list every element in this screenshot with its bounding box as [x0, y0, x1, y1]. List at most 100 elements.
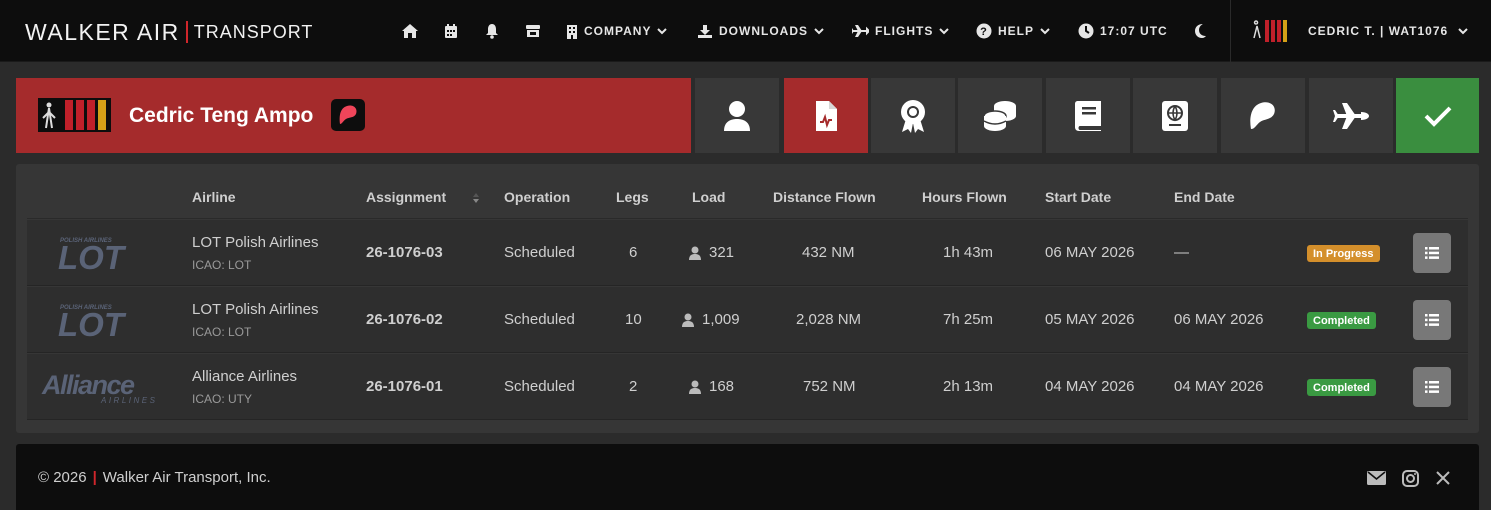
tab-awards[interactable]: [871, 78, 955, 153]
help-menu[interactable]: ? HELP: [976, 21, 1050, 41]
alliance-logo-sub-text: AIRLINES: [100, 396, 157, 405]
award-icon: [901, 99, 925, 133]
distance-flown: 2,028 NM: [796, 311, 862, 328]
alliance-airline-logo: Alliance AIRLINES: [41, 370, 157, 405]
downloads-menu[interactable]: DOWNLOADS: [697, 21, 824, 41]
airline-badge-icon: [331, 99, 365, 131]
company-menu-label: COMPANY: [584, 24, 652, 38]
tab-profile[interactable]: [695, 78, 779, 153]
header-airline: Airline: [192, 189, 236, 205]
downloads-menu-label: DOWNLOADS: [719, 24, 808, 38]
plane-icon: [852, 25, 869, 37]
end-date: 06 MAY 2026: [1174, 311, 1264, 328]
x-twitter-icon[interactable]: [1433, 468, 1453, 488]
rank-insignia-icon: [1250, 20, 1288, 42]
svg-text:?: ?: [980, 26, 988, 38]
brand-main-text: WALKER AIR: [25, 18, 180, 45]
table-header: Airline Assignment Operation Legs Load D…: [27, 164, 1468, 219]
list-icon: [1425, 247, 1439, 259]
tab-finances[interactable]: [958, 78, 1042, 153]
header-hours: Hours Flown: [922, 189, 1007, 205]
header-legs: Legs: [616, 189, 649, 205]
details-button[interactable]: [1413, 367, 1451, 407]
building-icon: [567, 24, 577, 39]
file-report-icon: [816, 100, 837, 131]
details-button[interactable]: [1413, 300, 1451, 340]
flights-menu[interactable]: FLIGHTS: [851, 21, 950, 41]
header-operation: Operation: [504, 189, 571, 205]
header-assignment[interactable]: Assignment: [366, 189, 446, 205]
utc-clock: 17:07 UTC: [1078, 21, 1168, 41]
tab-book[interactable]: [1046, 78, 1130, 153]
header-end-date: End Date: [1174, 189, 1235, 205]
passenger-icon: [689, 380, 701, 394]
hours-flown: 7h 25m: [943, 311, 994, 328]
lot-airline-logo: POLISH AIRLINES LOT: [58, 305, 127, 339]
load-value: 321: [709, 244, 735, 261]
lot-airline-logo: POLISH AIRLINES LOT: [58, 238, 127, 272]
book-icon: [1075, 100, 1101, 131]
brand-logo[interactable]: WALKER AIR TRANSPORT: [25, 19, 313, 45]
moon-icon[interactable]: [1189, 20, 1211, 42]
chevron-down-icon: [657, 27, 668, 34]
tab-logbook[interactable]: [784, 78, 868, 153]
confirm-button[interactable]: [1396, 78, 1479, 153]
status-badge: Completed: [1307, 312, 1376, 329]
instagram-icon[interactable]: [1400, 468, 1420, 488]
start-date: 06 MAY 2026: [1045, 244, 1135, 261]
hours-flown: 2h 13m: [943, 378, 994, 395]
nav-divider: [1230, 0, 1231, 62]
copyright-company: Walker Air Transport, Inc.: [102, 469, 271, 486]
distance-flown: 432 NM: [802, 244, 855, 261]
footer: © 2026 | Walker Air Transport, Inc.: [16, 444, 1479, 510]
tab-airline[interactable]: [1221, 78, 1305, 153]
company-menu[interactable]: COMPANY: [566, 21, 668, 41]
store-icon[interactable]: [522, 20, 544, 42]
header-distance: Distance Flown: [773, 189, 876, 205]
sort-icon[interactable]: [472, 192, 480, 204]
footer-divider: |: [92, 469, 97, 486]
legs-count: 6: [629, 244, 638, 261]
assignment-id: 26-1076-01: [366, 378, 443, 395]
table-row: Alliance AIRLINES Alliance Airlines ICAO…: [27, 354, 1468, 420]
chevron-down-icon: [939, 27, 950, 34]
download-icon: [698, 24, 712, 38]
airline-icao: ICAO: LOT: [192, 325, 252, 339]
copyright-year: © 2026: [38, 469, 87, 486]
operation-type: Scheduled: [504, 378, 575, 395]
airline-name: LOT Polish Airlines: [192, 301, 319, 318]
end-date: —: [1174, 244, 1189, 261]
profile-header: Cedric Teng Ampo: [16, 78, 691, 153]
user-menu[interactable]: CEDRIC T. | WAT1076: [1250, 18, 1468, 44]
home-icon[interactable]: [399, 20, 421, 42]
logbook-table: Airline Assignment Operation Legs Load D…: [16, 164, 1479, 433]
details-button[interactable]: [1413, 233, 1451, 273]
table-row: POLISH AIRLINES LOT LOT Polish Airlines …: [27, 220, 1468, 286]
top-navbar: WALKER AIR TRANSPORT COMPANY DOWNLOADS F…: [0, 0, 1491, 62]
load-value: 168: [709, 378, 735, 395]
tab-passport[interactable]: [1133, 78, 1217, 153]
airline-name: Alliance Airlines: [192, 368, 298, 385]
help-menu-label: HELP: [998, 24, 1035, 38]
email-icon[interactable]: [1366, 468, 1386, 488]
user-menu-label: CEDRIC T. | WAT1076: [1308, 24, 1449, 38]
tab-flights[interactable]: [1309, 78, 1393, 153]
airline-name: LOT Polish Airlines: [192, 234, 319, 251]
flights-menu-label: FLIGHTS: [875, 24, 934, 38]
header-load: Load: [692, 189, 726, 205]
list-icon: [1425, 381, 1439, 393]
load-count: 168: [689, 378, 734, 395]
calendar-icon[interactable]: [440, 20, 462, 42]
bell-icon[interactable]: [481, 20, 503, 42]
brand-divider: [185, 21, 188, 43]
user-icon: [724, 100, 750, 131]
load-count: 321: [689, 244, 734, 261]
operation-type: Scheduled: [504, 244, 575, 261]
passenger-icon: [689, 246, 701, 260]
header-start-date: Start Date: [1045, 189, 1112, 205]
list-icon: [1425, 314, 1439, 326]
airline-logo-icon: [1250, 101, 1275, 129]
start-date: 05 MAY 2026: [1045, 311, 1135, 328]
lot-logo-main-text: LOT: [58, 239, 127, 272]
status-badge: Completed: [1307, 379, 1376, 396]
